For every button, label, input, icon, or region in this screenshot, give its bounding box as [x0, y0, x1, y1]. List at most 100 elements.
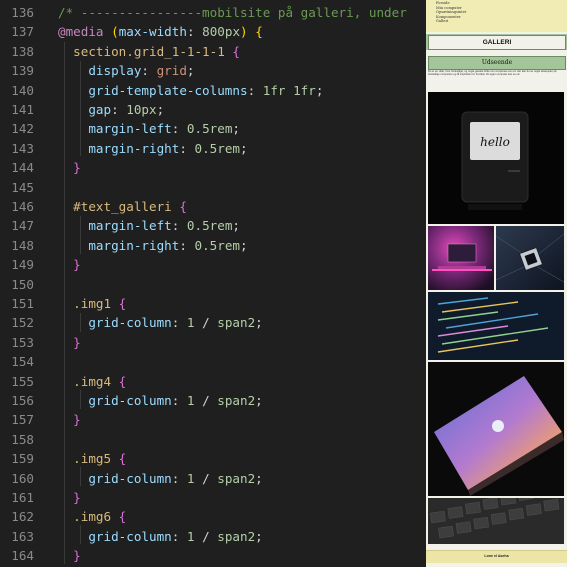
code-token: ;	[156, 102, 165, 117]
indent-guide	[80, 525, 81, 544]
code-text: grid-template-columns: 1fr 1fr;	[58, 81, 323, 100]
code-token: {	[118, 509, 127, 525]
code-token: :	[179, 140, 195, 156]
code-token: :	[171, 121, 187, 137]
code-token: ;	[240, 140, 248, 156]
code-token: .img6	[58, 509, 112, 525]
code-token: grid-column	[58, 470, 172, 486]
code-line[interactable]: 137 @media (max-width: 800px) {	[0, 22, 426, 41]
indent-guide	[80, 467, 81, 486]
code-token: 0.5rem	[194, 237, 241, 253]
gallery-image-cpu-chip[interactable]	[496, 226, 564, 290]
code-text: @media (max-width: 800px) {	[58, 22, 263, 41]
line-number: 153	[11, 334, 34, 350]
code-token: span2	[217, 315, 256, 331]
code-token: ;	[315, 82, 324, 98]
indent-guide	[80, 390, 81, 409]
code-token: {	[179, 199, 187, 214]
line-number: 156	[11, 393, 34, 408]
line-number: 138	[11, 43, 34, 59]
line-number: 148	[11, 237, 34, 253]
code-text: margin-left: 0.5rem;	[58, 216, 240, 235]
code-token: ;	[232, 121, 240, 137]
code-token: /	[194, 528, 218, 544]
code-token: 0.5rem	[194, 140, 241, 156]
code-token: ;	[232, 218, 240, 234]
code-token: {	[118, 451, 127, 467]
code-text: display: grid;	[58, 61, 195, 80]
gallery-image-pink-desk[interactable]	[428, 226, 494, 290]
section-title: GALLERI	[428, 35, 566, 50]
code-text: }	[58, 333, 81, 352]
code-token: )	[240, 24, 248, 40]
code-text: /* ----------------mobilsite på galleri,…	[58, 3, 414, 22]
code-token: margin-right	[58, 237, 180, 253]
code-token: ;	[255, 315, 263, 331]
browser-preview[interactable]: Forside Min computer Opsætningsintet Kompon…	[426, 0, 567, 567]
code-token: }	[58, 257, 81, 273]
code-token: :	[111, 102, 127, 117]
code-token: ;	[255, 470, 263, 486]
code-text: }	[58, 546, 81, 565]
code-token: :	[179, 237, 195, 253]
code-token: ;	[240, 237, 248, 253]
gallery-image-keyboard[interactable]	[428, 498, 564, 544]
gallery-image-code-screen[interactable]	[428, 292, 564, 360]
code-token: }	[58, 334, 81, 350]
line-number: 159	[11, 451, 34, 467]
code-token: 10px	[126, 102, 157, 117]
code-token: 0.5rem	[186, 121, 233, 137]
code-text: grid-column: 1 / span2;	[58, 527, 262, 546]
code-token: {	[118, 296, 127, 311]
code-token: (	[111, 24, 119, 40]
line-number: 160	[11, 470, 34, 486]
code-line[interactable]: 136 /* ----------------mobilsite på galle…	[0, 3, 426, 22]
line-number: 144	[11, 160, 34, 176]
code-token: :	[171, 470, 187, 486]
gallery-image-macbook[interactable]	[428, 362, 564, 496]
menu-item[interactable]: Galleri	[436, 19, 448, 23]
code-text: margin-right: 0.5rem;	[58, 139, 248, 158]
code-text: margin-left: 0.5rem;	[58, 119, 240, 138]
line-number: 164	[11, 548, 34, 564]
code-token: :	[171, 393, 187, 408]
line-number: 150	[11, 276, 34, 292]
code-token: margin-left	[58, 218, 172, 234]
hello-text: hello	[480, 135, 510, 149]
code-token: 1	[186, 315, 195, 331]
line-number: 152	[11, 315, 34, 331]
line-number: 163	[11, 528, 34, 544]
chip-illustration	[496, 233, 564, 283]
code-token: 0.5rem	[186, 218, 233, 234]
code-text: }	[58, 488, 81, 507]
code-token: margin-right	[58, 140, 180, 156]
indent-guide	[80, 313, 81, 332]
code-token: .img1	[58, 296, 112, 311]
code-text: }	[58, 410, 81, 429]
code-token: grid-column	[58, 528, 172, 544]
gallery-heading: Udseende	[428, 56, 566, 70]
code-token: :	[186, 24, 203, 40]
code-screen-illustration	[437, 297, 549, 353]
code-token: ;	[255, 393, 263, 408]
keyboard-illustration	[430, 498, 560, 539]
code-token: :	[247, 82, 263, 98]
code-text: gap: 10px;	[58, 100, 164, 119]
code-token: ;	[186, 63, 195, 79]
code-token: 1	[186, 470, 195, 486]
line-number: 154	[11, 354, 34, 370]
code-editor[interactable]: 136 /* ----------------mobilsite på galle…	[0, 0, 426, 567]
code-token: /	[194, 315, 218, 331]
code-token: section.grid_1-1-1-1	[58, 43, 225, 59]
code-token: gap	[58, 102, 112, 117]
gallery-intro-text: Du er en vilde, hvor forskellige, og nog…	[428, 70, 557, 77]
code-token: grid	[156, 63, 187, 79]
indent-guide	[80, 216, 81, 254]
code-text: section.grid_1-1-1-1 {	[58, 42, 240, 61]
code-token: :	[171, 315, 187, 331]
code-text: .img5 {	[58, 449, 126, 468]
gallery-image-retro-mac[interactable]: hello	[428, 92, 564, 224]
